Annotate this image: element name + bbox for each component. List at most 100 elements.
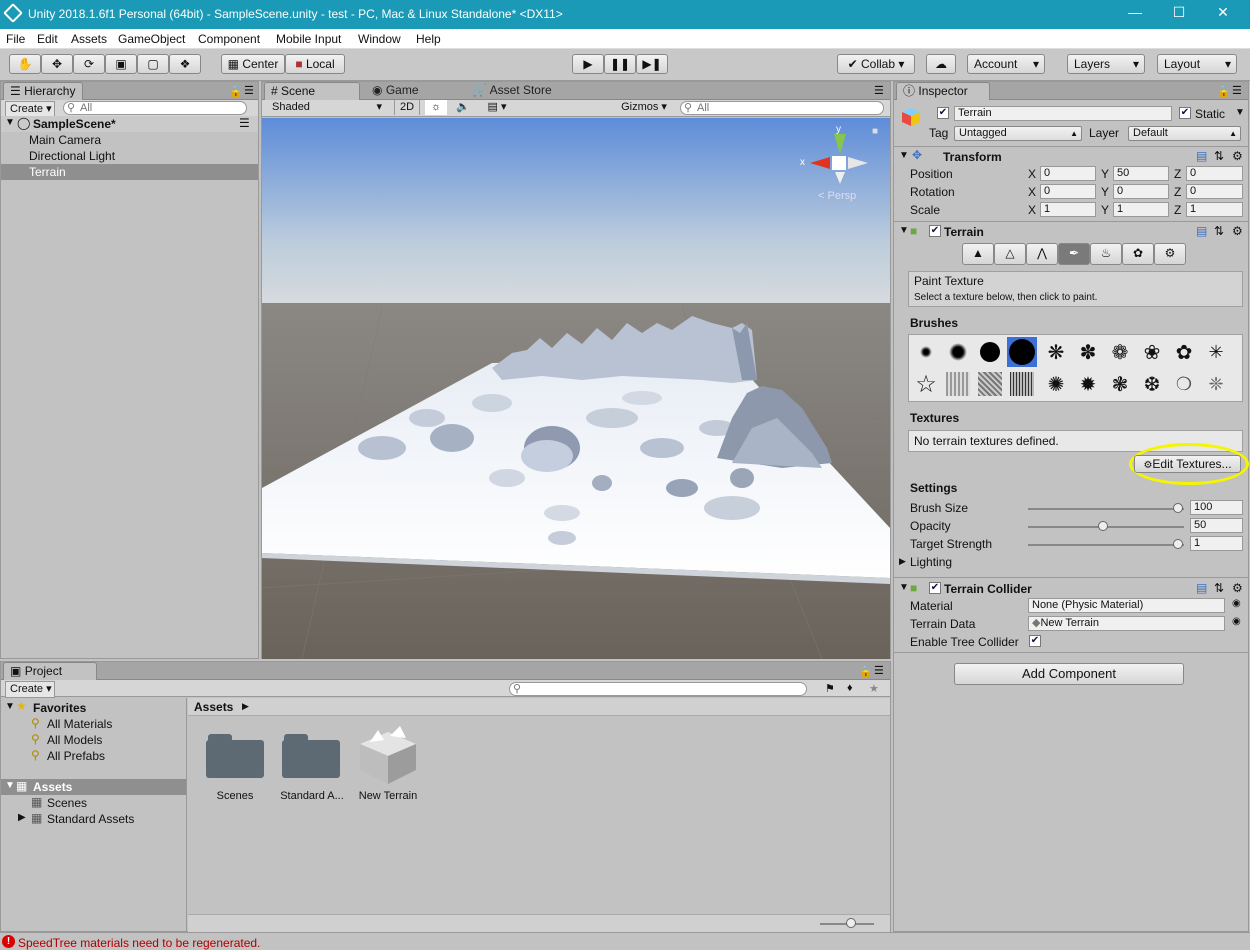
breadcrumb-assets[interactable]: Assets — [194, 700, 233, 714]
scene-menu-icon[interactable]: ☰ — [239, 116, 250, 130]
active-checkbox[interactable]: ✔ — [937, 107, 949, 119]
object-picker-icon[interactable]: ◉ — [1232, 616, 1241, 627]
collider-enabled-checkbox[interactable]: ✔ — [929, 582, 941, 594]
scale-y-field[interactable]: 1 — [1113, 202, 1169, 217]
terrain-collider-header[interactable]: ▼ ■ ✔ Terrain Collider ▤ ⇅ ⚙ — [894, 581, 1248, 597]
menu-window[interactable]: Window — [358, 32, 401, 46]
paint-height-tool-button[interactable]: △ — [994, 243, 1026, 265]
menu-gameobject[interactable]: GameObject — [118, 32, 185, 46]
brush-cloud[interactable]: ✺ — [1041, 369, 1071, 399]
hierarchy-item[interactable]: Main Camera — [1, 132, 258, 148]
static-checkbox[interactable]: ✔ — [1179, 107, 1191, 119]
assets-root-row[interactable]: ▼ ▦ Assets — [1, 779, 186, 795]
list-item[interactable]: ▦ Scenes — [1, 795, 186, 811]
project-create-dropdown[interactable]: Create ▾ — [5, 681, 55, 698]
list-item[interactable]: ⚲ All Materials — [1, 716, 186, 732]
audio-toggle[interactable]: 🔈 — [452, 100, 474, 115]
brush-blob[interactable]: ❃ — [1105, 369, 1135, 399]
preset-icon[interactable]: ⇅ — [1214, 581, 1224, 595]
tab-hierarchy[interactable]: ☰ Hierarchy — [3, 82, 83, 100]
panel-menu-icon[interactable]: ☰ — [874, 664, 884, 677]
asset-folder[interactable] — [282, 732, 340, 778]
position-z-field[interactable]: 0 — [1186, 166, 1243, 181]
pivot-center-button[interactable]: ▦ Center — [221, 54, 285, 74]
pause-button[interactable]: ❚❚ — [604, 54, 636, 74]
brush-speckle-2[interactable]: ❈ — [1201, 369, 1231, 399]
menu-assets[interactable]: Assets — [71, 32, 107, 46]
panel-menu-icon[interactable]: ☰ — [244, 84, 254, 97]
list-item[interactable]: ⚲ All Prefabs — [1, 748, 186, 764]
play-button[interactable]: ▶ — [572, 54, 604, 74]
tag-dropdown[interactable]: Untagged ▲ — [954, 126, 1082, 141]
menu-help[interactable]: Help — [416, 32, 441, 46]
persp-label[interactable]: < Persp — [818, 190, 856, 202]
scale-x-field[interactable]: 1 — [1040, 202, 1096, 217]
help-book-icon[interactable]: ▤ — [1196, 581, 1207, 595]
terrain-data-object-field[interactable]: ◆New Terrain — [1028, 616, 1225, 631]
lock-icon[interactable]: 🔒 — [229, 85, 243, 98]
place-trees-tool-button[interactable]: ♨ — [1090, 243, 1122, 265]
maximize-button[interactable]: ☐ — [1156, 4, 1202, 21]
move-tool-button[interactable]: ✥ — [41, 54, 73, 74]
rect-tool-button[interactable]: ▢ — [137, 54, 169, 74]
filter-type-icon[interactable]: ⚑ — [825, 682, 835, 695]
terrain-enabled-checkbox[interactable]: ✔ — [929, 225, 941, 237]
lock-icon[interactable]: 🔒 — [859, 665, 873, 678]
asset-folder[interactable] — [206, 732, 264, 778]
add-component-button[interactable]: Add Component — [954, 663, 1184, 685]
scene-search-input[interactable] — [680, 101, 884, 115]
effects-dropdown[interactable]: ▤ ▾ — [480, 100, 514, 115]
filter-label-icon[interactable]: ♦ — [847, 682, 853, 694]
brush-noise[interactable]: ✽ — [1073, 337, 1103, 367]
brush-soft-medium[interactable] — [943, 337, 973, 367]
help-book-icon[interactable]: ▤ — [1196, 149, 1207, 163]
brush-size-slider-track[interactable] — [1028, 508, 1184, 510]
brush-cloud-2[interactable]: ✹ — [1073, 369, 1103, 399]
brush-blot[interactable]: ❀ — [1137, 337, 1167, 367]
pivot-local-button[interactable]: ■ Local — [285, 54, 345, 74]
favorites-row[interactable]: ▼ ★ Favorites — [1, 699, 186, 716]
shading-mode-dropdown[interactable]: Shaded ▾ — [268, 100, 386, 115]
enable-tree-collider-checkbox[interactable]: ✔ — [1029, 635, 1041, 647]
transform-tool-button[interactable]: ❖ — [169, 54, 201, 74]
close-button[interactable]: ✕ — [1200, 4, 1246, 21]
terrain-settings-tool-button[interactable]: ⚙ — [1154, 243, 1186, 265]
menu-component[interactable]: Component — [198, 32, 260, 46]
rotation-x-field[interactable]: 0 — [1040, 184, 1096, 199]
raise-lower-tool-button[interactable]: ▲ — [962, 243, 994, 265]
list-item[interactable]: ▶ ▦ Standard Assets — [1, 811, 186, 827]
brush-soft-small[interactable] — [911, 337, 941, 367]
hand-tool-button[interactable]: ✋ — [9, 54, 41, 74]
opacity-field[interactable]: 50 — [1190, 518, 1243, 533]
icon-size-slider-thumb[interactable] — [846, 918, 856, 928]
menu-mobile-input[interactable]: Mobile Input — [276, 32, 341, 46]
scale-z-field[interactable]: 1 — [1186, 202, 1243, 217]
scene-viewport[interactable]: y x < Persp ■ — [262, 118, 890, 659]
brush-size-slider-thumb[interactable] — [1173, 503, 1183, 513]
tab-game[interactable]: ◉ Game — [366, 82, 436, 100]
list-item[interactable]: ⚲ All Models — [1, 732, 186, 748]
favorite-star-icon[interactable]: ★ — [869, 682, 879, 695]
terrain-asset[interactable] — [356, 726, 416, 784]
brush-dots[interactable]: ❆ — [1137, 369, 1167, 399]
terrain-component-header[interactable]: ▼ ■ ✔ Terrain ▤ ⇅ ⚙ — [894, 224, 1248, 240]
position-y-field[interactable]: 50 — [1113, 166, 1169, 181]
gear-icon[interactable]: ⚙ — [1232, 224, 1243, 238]
step-button[interactable]: ▶❚ — [636, 54, 668, 74]
transform-header[interactable]: ▼ ✥ Transform ▤ ⇅ ⚙ — [894, 148, 1248, 165]
paint-texture-tool-button[interactable]: ✒ — [1058, 243, 1090, 265]
cloud-button[interactable]: ☁ — [926, 54, 956, 74]
brush-splatter[interactable]: ❋ — [1041, 337, 1071, 367]
rotate-tool-button[interactable]: ⟳ — [73, 54, 105, 74]
help-book-icon[interactable]: ▤ — [1196, 224, 1207, 238]
tab-asset-store[interactable]: 🛒 Asset Store — [466, 82, 566, 100]
status-message[interactable]: SpeedTree materials need to be regenerat… — [18, 936, 260, 950]
material-object-field[interactable]: None (Physic Material) — [1028, 598, 1225, 613]
account-dropdown[interactable]: Account ▾ — [967, 54, 1045, 74]
brush-flower[interactable]: ✿ — [1169, 337, 1199, 367]
brush-size-field[interactable]: 100 — [1190, 500, 1243, 515]
scene-root-row[interactable]: ▼ ◯ SampleScene* ☰ — [1, 116, 258, 132]
brush-speckle[interactable]: ❍ — [1169, 369, 1199, 399]
menu-edit[interactable]: Edit — [37, 32, 58, 46]
lighting-toggle[interactable]: ☼ — [425, 100, 447, 115]
